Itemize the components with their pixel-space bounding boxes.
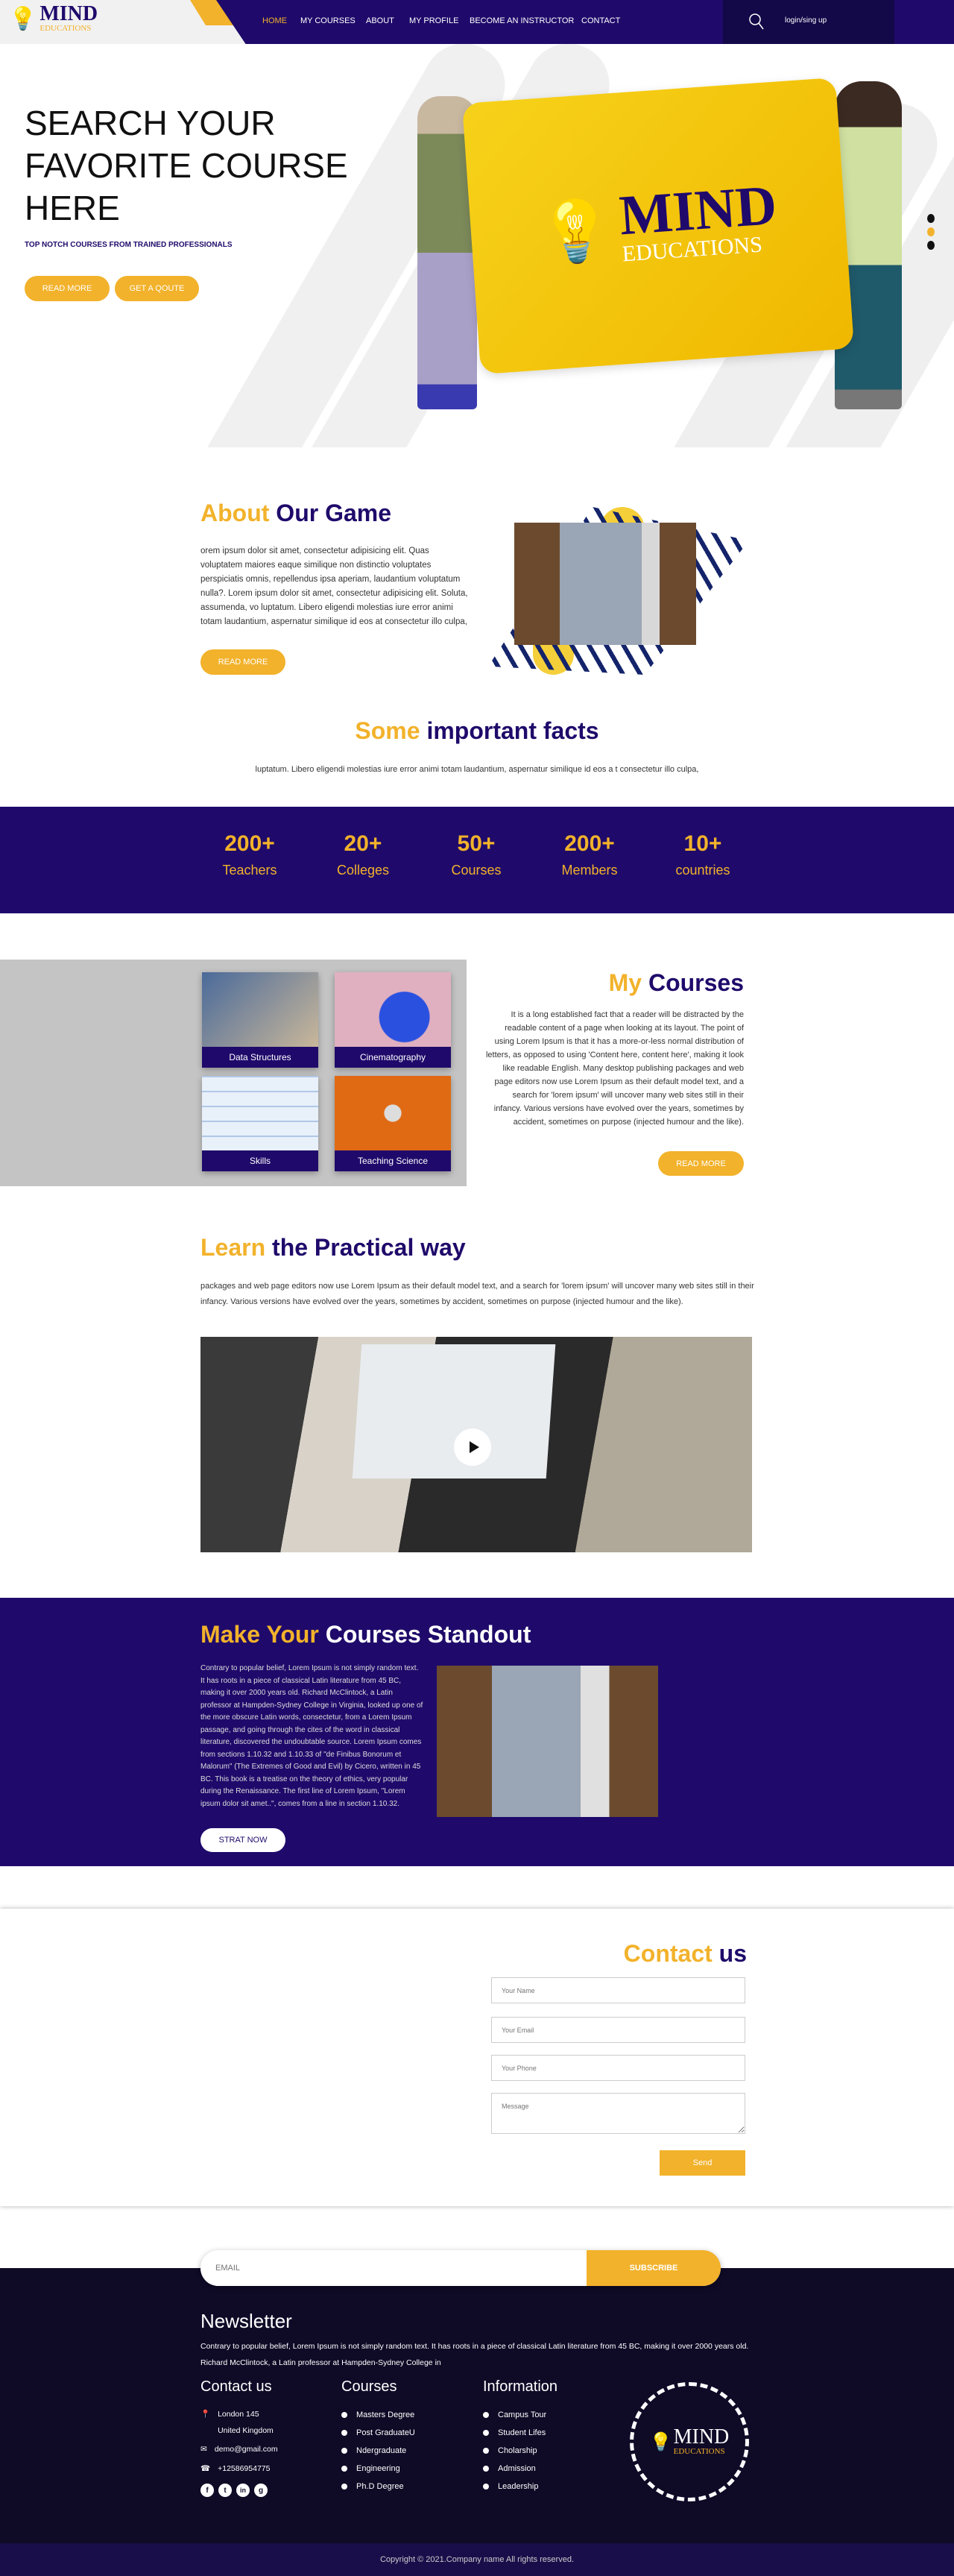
logo[interactable]: 💡 MIND EDUCATIONS bbox=[9, 2, 98, 34]
about-read-more-button[interactable]: READ MORE bbox=[200, 649, 285, 675]
brand-name: MIND bbox=[40, 2, 98, 25]
login-signup-link[interactable]: login/sing up bbox=[785, 16, 827, 25]
about-text: orem ipsum dolor sit amet, consectetur a… bbox=[200, 547, 468, 626]
location-pin-icon: 📍 bbox=[200, 2410, 211, 2419]
play-button-icon[interactable] bbox=[454, 1429, 491, 1466]
footer-info-link[interactable]: Student Lifes bbox=[483, 2424, 557, 2442]
copyright-bar: Copyright © 2021.Company name All rights… bbox=[0, 2543, 954, 2576]
hero-title: SEARCH YOUR FAVORITE COURSE HERE bbox=[25, 104, 348, 227]
search-icon[interactable] bbox=[748, 13, 765, 31]
student-library-image bbox=[514, 523, 696, 645]
contact-card bbox=[0, 1909, 954, 2206]
message-field[interactable] bbox=[491, 2093, 745, 2134]
course-card-cinematography[interactable]: Cinematography bbox=[335, 972, 451, 1068]
footer-logo: 💡 MIND EDUCATIONS bbox=[630, 2382, 749, 2501]
slider-dot[interactable] bbox=[927, 241, 935, 250]
twitter-icon[interactable]: t bbox=[218, 2484, 232, 2497]
standout-text: Contrary to popular belief, Lorem Ipsum … bbox=[200, 1664, 423, 1808]
video-player[interactable] bbox=[200, 1337, 752, 1552]
nav-contact[interactable]: CONTACT bbox=[581, 16, 620, 25]
phone-field[interactable] bbox=[491, 2055, 745, 2081]
footer-contact: Contact us 📍 London 145 United Kingdom ✉ de… bbox=[200, 2378, 278, 2497]
nav-my-courses[interactable]: MY COURSES bbox=[300, 16, 356, 25]
nav-about[interactable]: ABOUT bbox=[366, 16, 394, 25]
mail-icon: ✉ bbox=[200, 2445, 207, 2454]
lightbulb-brain-icon: 💡 bbox=[9, 6, 37, 31]
standout-student-image bbox=[437, 1666, 658, 1817]
phone-icon: ☎ bbox=[200, 2464, 211, 2473]
course-card-skills[interactable]: Skills bbox=[202, 1076, 318, 1171]
nav-home[interactable]: HOME bbox=[262, 16, 287, 25]
copyright-text: Copyright © 2021.Company name All rights… bbox=[379, 2555, 574, 2564]
footer-info-link[interactable]: Campus Tour bbox=[483, 2406, 557, 2424]
google-plus-icon[interactable]: g bbox=[254, 2484, 268, 2497]
start-now-button[interactable]: STRAT NOW bbox=[200, 1828, 285, 1852]
newsletter-text: Contrary to popular belief, Lorem Ipsum … bbox=[200, 2342, 749, 2367]
footer bbox=[0, 2268, 954, 2543]
nav-become-instructor[interactable]: BECOME AN INSTRUCTOR bbox=[470, 16, 574, 25]
subscribe-bar: SUBSCRIBE bbox=[200, 2250, 721, 2286]
facts-title: Some important facts bbox=[355, 717, 599, 744]
courses-text: It is a long established fact that a rea… bbox=[485, 1010, 744, 1127]
footer-course-link[interactable]: Ph.D Degree bbox=[341, 2478, 415, 2495]
footer-course-link[interactable]: Engineering bbox=[341, 2460, 415, 2478]
nav-my-profile[interactable]: MY PROFILE bbox=[409, 16, 458, 25]
footer-course-link[interactable]: Masters Degree bbox=[341, 2406, 415, 2424]
stat-courses: 50+ Courses bbox=[451, 831, 502, 878]
footer-email[interactable]: demo@gmail.com bbox=[215, 2445, 278, 2454]
stat-members: 200+ Members bbox=[561, 831, 618, 878]
footer-course-link[interactable]: Post GraduateU bbox=[341, 2424, 415, 2442]
course-card-teaching-science[interactable]: Teaching Science bbox=[335, 1076, 451, 1171]
header: 💡 MIND EDUCATIONS HOME MY COURSES ABOUT … bbox=[0, 0, 954, 44]
standout-title: Make Your Courses Standout bbox=[200, 1621, 531, 1648]
learn-text: packages and web page editors now use Lo… bbox=[200, 1282, 754, 1306]
slider-dots bbox=[927, 214, 935, 250]
footer-phone: +12586954775 bbox=[218, 2464, 271, 2473]
courses-read-more-button[interactable]: READ MORE bbox=[658, 1151, 744, 1176]
footer-courses: Courses Masters Degree Post GraduateU Nd… bbox=[341, 2378, 415, 2495]
facts-text: luptatum. Libero eligendi molestias iure… bbox=[255, 765, 699, 774]
courses-title: My Courses bbox=[608, 969, 744, 996]
stat-colleges: 20+ Colleges bbox=[336, 831, 390, 878]
slider-dot[interactable] bbox=[927, 214, 935, 223]
slider-dot-active[interactable] bbox=[927, 227, 935, 236]
name-field[interactable] bbox=[491, 1977, 745, 2003]
brand-sub: EDUCATIONS bbox=[40, 24, 92, 33]
facebook-icon[interactable]: f bbox=[200, 2484, 214, 2497]
course-card-data-structures[interactable]: Data Structures bbox=[202, 972, 318, 1068]
read-more-button[interactable]: READ MORE bbox=[25, 276, 110, 301]
contact-title: Contact us bbox=[623, 1940, 747, 1967]
stat-teachers: 200+ Teachers bbox=[222, 831, 277, 878]
lightbulb-brain-icon: 💡 bbox=[649, 2431, 672, 2452]
footer-info-link[interactable]: Leadership bbox=[483, 2478, 557, 2495]
hero: SEARCH YOUR FAVORITE COURSE HERE TOP NOTCH… bbox=[0, 44, 954, 447]
footer-info-link[interactable]: Cholarship bbox=[483, 2442, 557, 2460]
get-quote-button[interactable]: GET A QOUTE bbox=[115, 276, 199, 301]
laptop-screen bbox=[352, 1344, 556, 1478]
footer-info-link[interactable]: Admission bbox=[483, 2460, 557, 2478]
mind-educations-board: 💡 MIND EDUCATIONS bbox=[461, 77, 855, 375]
stat-countries: 10+ countries bbox=[675, 831, 730, 878]
newsletter-title: Newsletter bbox=[200, 2310, 292, 2332]
send-button[interactable]: Send bbox=[660, 2150, 745, 2176]
email-field[interactable] bbox=[491, 2017, 745, 2043]
lightbulb-brain-icon: 💡 bbox=[536, 195, 616, 268]
learn-title: Learn the Practical way bbox=[200, 1234, 466, 1261]
about-title: About Our Game bbox=[200, 500, 392, 526]
linkedin-icon[interactable]: in bbox=[236, 2484, 250, 2497]
subscribe-button[interactable]: SUBSCRIBE bbox=[587, 2250, 721, 2286]
hero-subtitle: TOP NOTCH COURSES FROM TRAINED PROFESSIO… bbox=[25, 241, 233, 249]
footer-course-link[interactable]: Ndergraduate bbox=[341, 2442, 415, 2460]
subscribe-email-input[interactable] bbox=[200, 2250, 587, 2286]
footer-information: Information Campus Tour Student Lifes Ch… bbox=[483, 2378, 557, 2495]
main-nav: HOME MY COURSES ABOUT MY PROFILE BECOME … bbox=[216, 0, 954, 44]
